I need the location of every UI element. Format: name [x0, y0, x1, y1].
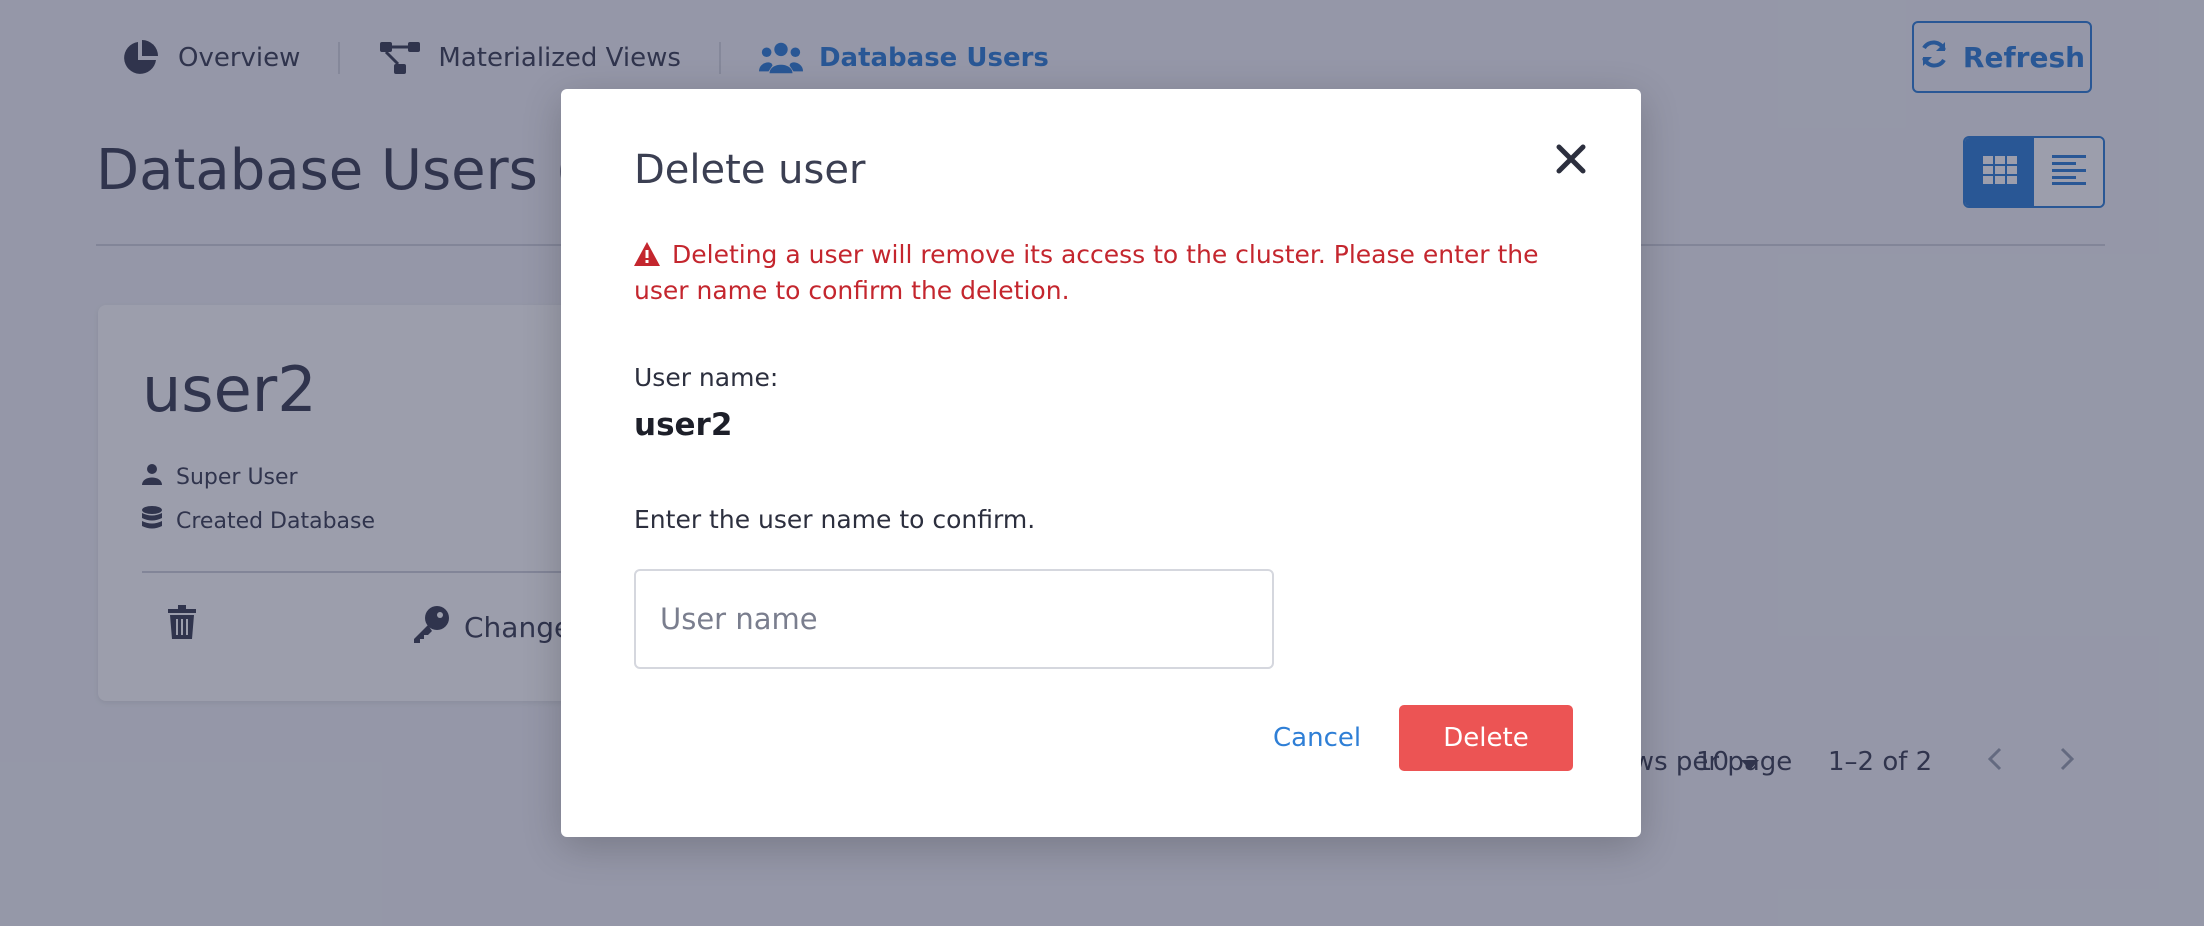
user-name-value: user2	[634, 407, 733, 443]
delete-user-dialog: Delete user Deleting a user will remove …	[561, 89, 1641, 837]
close-icon	[1549, 144, 1593, 185]
dialog-title: Delete user	[634, 147, 866, 193]
warning-message: Deleting a user will remove its access t…	[634, 237, 1574, 309]
delete-button[interactable]: Delete	[1399, 705, 1573, 771]
confirm-instruction: Enter the user name to confirm.	[634, 505, 1036, 534]
user-name-input[interactable]	[634, 569, 1274, 669]
warning-text: Deleting a user will remove its access t…	[634, 240, 1539, 305]
user-name-label: User name:	[634, 363, 779, 392]
cancel-button[interactable]: Cancel	[1249, 706, 1385, 770]
warning-icon	[634, 240, 660, 266]
page: Overview Materialized Views Database Use…	[0, 0, 2204, 926]
close-button[interactable]	[1549, 137, 1593, 181]
